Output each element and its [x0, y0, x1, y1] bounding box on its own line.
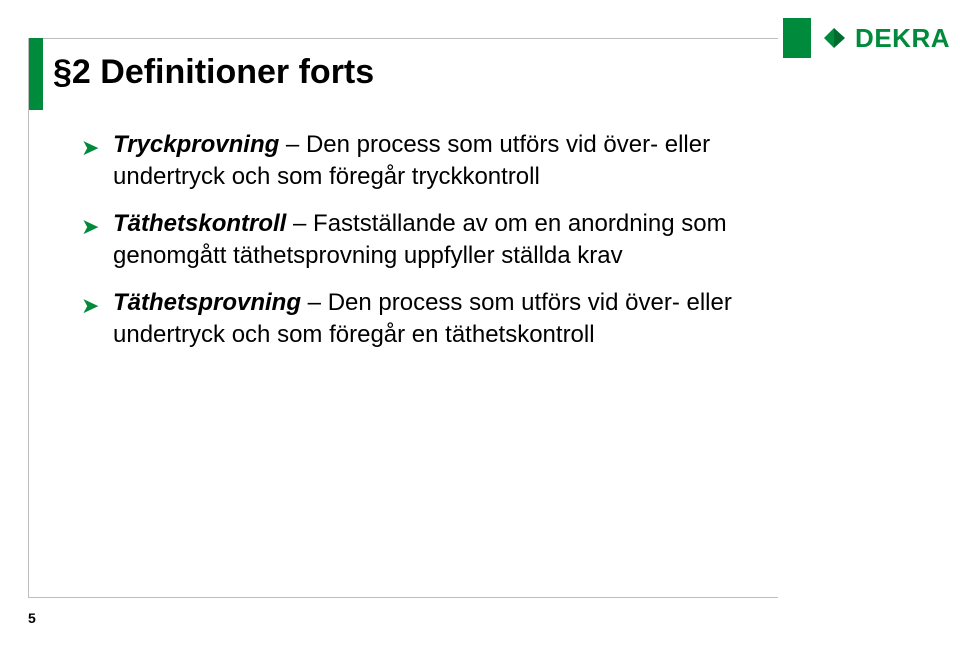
bullet-text: Täthetsprovning – Den process som utförs…: [113, 289, 732, 348]
list-item: ➤ Tryckprovning – Den process som utförs…: [81, 129, 742, 194]
term: Tryckprovning: [113, 131, 279, 158]
bullet-list: ➤ Tryckprovning – Den process som utförs…: [81, 129, 742, 365]
bullet-text: Tryckprovning – Den process som utförs v…: [113, 131, 710, 190]
chevron-right-icon: ➤: [81, 133, 99, 163]
list-item: ➤ Täthetsprovning – Den process som utfö…: [81, 287, 742, 352]
slide-page: DEKRA §2 Definitioner forts ➤ Tryckprovn…: [0, 0, 960, 646]
page-number: 5: [28, 610, 36, 626]
chevron-right-icon: ➤: [81, 212, 99, 242]
accent-stripe: [783, 18, 811, 58]
side-accent-tab: [29, 38, 43, 110]
chevron-right-icon: ➤: [81, 291, 99, 321]
list-item: ➤ Täthetskontroll – Fastställande av om …: [81, 208, 742, 273]
brand-name: DEKRA: [855, 23, 950, 54]
term: Täthetskontroll: [113, 210, 286, 237]
content-frame: §2 Definitioner forts ➤ Tryckprovning – …: [28, 38, 778, 598]
logo-mark-icon: [821, 24, 849, 52]
term: Täthetsprovning: [113, 289, 301, 316]
bullet-text: Täthetskontroll – Fastställande av om en…: [113, 210, 727, 269]
slide-title: §2 Definitioner forts: [53, 53, 374, 92]
header-bar: DEKRA: [783, 18, 960, 58]
brand-logo: DEKRA: [821, 18, 960, 58]
